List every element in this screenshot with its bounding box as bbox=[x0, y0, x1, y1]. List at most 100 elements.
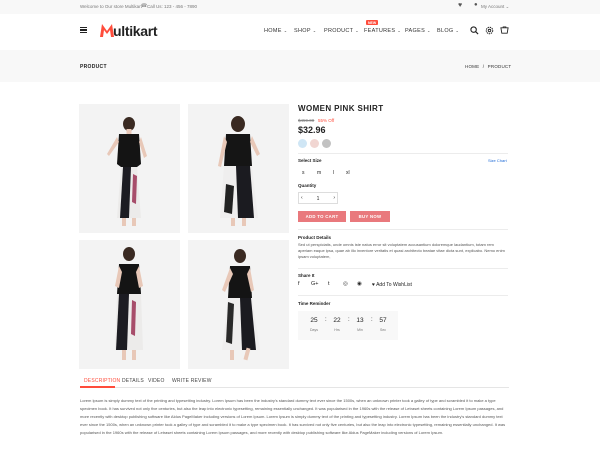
nav-home-label: HOME bbox=[264, 28, 282, 34]
wishlist-label: Add To WishList bbox=[376, 282, 412, 288]
nav-features-label: FEATURES bbox=[364, 28, 396, 34]
countdown-timer: 25 Days : 22 Hrs : 13 Min : 57 Sec bbox=[298, 311, 398, 340]
my-account-link[interactable]: My Account ⌄ bbox=[481, 4, 509, 10]
description-text: Lorem Ipsum is simply dummy text of the … bbox=[80, 398, 506, 435]
breadcrumb-separator: / bbox=[482, 64, 485, 69]
product-photo-front[interactable] bbox=[79, 104, 180, 233]
select-size-label: Select Size bbox=[298, 158, 322, 163]
nav-pages-label: PAGES bbox=[405, 28, 426, 34]
main-header: ultikart HOME ⌄ SHOP ⌄ PRODUCT ⌄ NEW FEATUR… bbox=[0, 14, 600, 50]
divider bbox=[298, 153, 508, 154]
timer-days-value: 25 bbox=[310, 317, 318, 324]
hamburger-menu-icon[interactable] bbox=[80, 27, 87, 33]
breadcrumb-home-link[interactable]: HOME bbox=[465, 64, 479, 69]
product-title: WOMEN PINK SHIRT bbox=[298, 104, 384, 113]
breadcrumb: HOME / PRODUCT bbox=[465, 64, 511, 69]
model-side-image bbox=[115, 247, 143, 360]
size-option-l[interactable]: l bbox=[333, 170, 334, 176]
timer-seconds-value: 57 bbox=[379, 317, 387, 324]
size-chart-link[interactable]: Size Chart bbox=[488, 158, 507, 163]
model-front-image bbox=[107, 117, 147, 226]
logo-text[interactable]: ultikart bbox=[113, 23, 158, 39]
discount-badge: 55% Off bbox=[318, 118, 335, 123]
quantity-label: Quantity bbox=[298, 183, 317, 188]
model-back-image bbox=[218, 116, 260, 226]
facebook-icon[interactable]: f bbox=[298, 281, 300, 287]
top-bar: Welcome to Our store Multikart ☎ Call Us… bbox=[0, 0, 600, 14]
nav-pages[interactable]: PAGES ⌄ bbox=[405, 28, 431, 34]
add-to-cart-button[interactable]: ADD TO CART bbox=[298, 211, 346, 222]
old-price: $459.00 bbox=[298, 118, 315, 123]
new-badge: NEW bbox=[366, 20, 379, 25]
timer-days-label: Days bbox=[310, 328, 318, 332]
divider bbox=[298, 229, 508, 230]
breadcrumb-bar: PRODUCT HOME / PRODUCT bbox=[0, 50, 600, 82]
model-walking-image bbox=[222, 249, 260, 361]
page-title: PRODUCT bbox=[80, 64, 107, 70]
quantity-increment-button[interactable]: › bbox=[333, 195, 335, 201]
buy-now-button[interactable]: BUY NOW bbox=[350, 211, 390, 222]
nav-home[interactable]: HOME ⌄ bbox=[264, 28, 287, 34]
nav-product-label: PRODUCT bbox=[324, 28, 354, 34]
nav-shop-label: SHOP bbox=[294, 28, 311, 34]
timer-separator: : bbox=[348, 317, 350, 323]
product-details-heading: Product Details bbox=[298, 235, 332, 240]
size-option-m[interactable]: m bbox=[317, 170, 321, 176]
timer-minutes-label: Min bbox=[357, 328, 363, 332]
nav-shop[interactable]: SHOP ⌄ bbox=[294, 28, 316, 34]
size-option-s[interactable]: s bbox=[302, 170, 305, 176]
time-reminder-heading: Time Reminder bbox=[298, 301, 331, 306]
product-details-text: Sed ut perspiciatis, unde omnis iste nat… bbox=[298, 242, 505, 259]
tabs-underline bbox=[80, 387, 509, 388]
timer-hours-label: Hrs bbox=[334, 328, 340, 332]
timer-minutes-value: 13 bbox=[356, 317, 364, 324]
welcome-text: Welcome to Our store Multikart bbox=[80, 4, 142, 9]
color-swatch[interactable] bbox=[310, 139, 319, 148]
tab-details[interactable]: DETAILS bbox=[122, 378, 144, 384]
product-photo-back[interactable] bbox=[188, 104, 289, 233]
call-us-text: Call Us: 123 - 456 - 7890 bbox=[147, 4, 198, 9]
logo-m-icon[interactable] bbox=[100, 24, 114, 37]
product-price: $32.96 bbox=[298, 125, 326, 135]
my-account-label: My Account bbox=[481, 4, 505, 9]
chevron-down-icon: ⌄ bbox=[283, 28, 288, 33]
nav-product[interactable]: PRODUCT ⌄ bbox=[324, 28, 359, 34]
color-swatch[interactable] bbox=[322, 139, 331, 148]
timer-hours-value: 22 bbox=[333, 317, 341, 324]
chevron-down-icon: ⌄ bbox=[397, 28, 401, 33]
color-swatch[interactable] bbox=[298, 139, 307, 148]
divider bbox=[298, 268, 508, 269]
chevron-down-icon: ⌄ bbox=[505, 4, 510, 9]
timer-separator: : bbox=[325, 317, 327, 323]
user-icon[interactable]: ● bbox=[474, 2, 478, 8]
twitter-icon[interactable]: t bbox=[328, 281, 330, 287]
heart-icon: ♥ bbox=[372, 282, 375, 288]
rss-icon[interactable]: ◉ bbox=[357, 281, 362, 287]
quantity-stepper: ‹ 1 › bbox=[298, 192, 338, 204]
size-option-xl[interactable]: xl bbox=[346, 170, 350, 176]
add-to-wishlist-link[interactable]: ♥ Add To WishList bbox=[372, 282, 412, 288]
quantity-input[interactable]: 1 bbox=[299, 196, 337, 202]
timer-seconds-label: Sec bbox=[379, 328, 387, 332]
search-icon[interactable] bbox=[470, 26, 479, 35]
divider bbox=[298, 295, 508, 296]
product-photo-side[interactable] bbox=[79, 240, 180, 369]
instagram-icon[interactable]: ◎ bbox=[343, 281, 348, 287]
cart-icon[interactable] bbox=[500, 26, 509, 35]
gear-icon[interactable] bbox=[485, 26, 494, 35]
wishlist-heart-icon[interactable]: ♥ bbox=[458, 2, 462, 9]
active-tab-indicator bbox=[80, 386, 115, 388]
google-plus-icon[interactable]: G+ bbox=[311, 281, 319, 287]
timer-separator: : bbox=[371, 317, 373, 323]
chevron-down-icon: ⌄ bbox=[312, 28, 317, 33]
share-it-heading: Share It bbox=[298, 273, 315, 278]
nav-blog[interactable]: BLOG ⌄ bbox=[437, 28, 459, 34]
product-photo-walk[interactable] bbox=[188, 240, 289, 369]
tab-write-review[interactable]: WRITE REVIEW bbox=[172, 378, 212, 384]
nav-blog-label: BLOG bbox=[437, 28, 454, 34]
chevron-down-icon: ⌄ bbox=[455, 28, 460, 33]
tab-video[interactable]: VIDEO bbox=[148, 378, 165, 384]
nav-features[interactable]: FEATURES ⌄ bbox=[364, 28, 401, 34]
breadcrumb-current: PRODUCT bbox=[487, 64, 512, 69]
tab-description[interactable]: DESCRIPTION bbox=[84, 378, 120, 384]
